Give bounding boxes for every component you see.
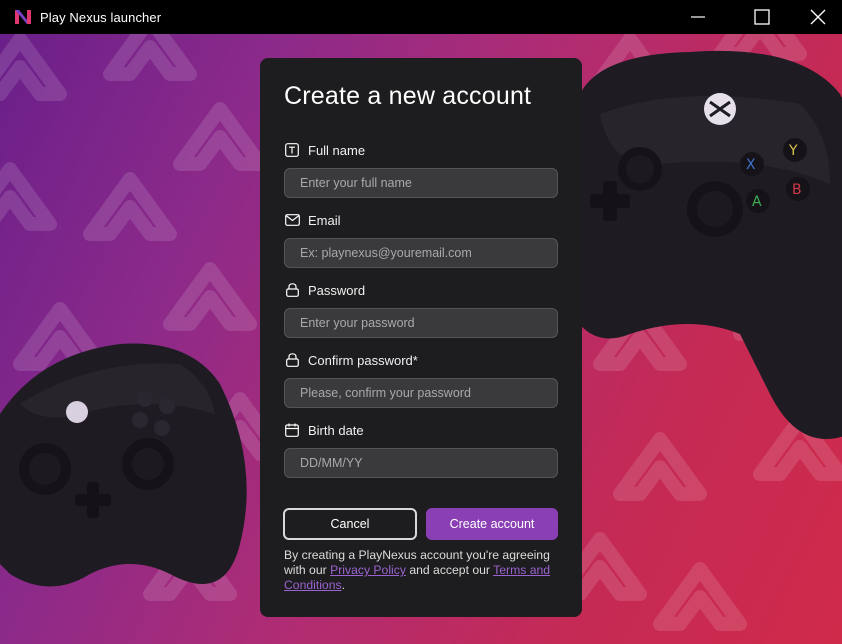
cancel-button[interactable]: Cancel: [283, 508, 417, 540]
full-name-input[interactable]: [284, 168, 558, 198]
password-input[interactable]: [284, 308, 558, 338]
mail-icon: [284, 212, 300, 228]
maximize-button[interactable]: [730, 0, 794, 34]
email-input[interactable]: [284, 238, 558, 268]
password-label: Password: [284, 282, 365, 298]
lock-icon: [284, 282, 300, 298]
password-label-text: Password: [308, 282, 366, 298]
close-icon: [810, 9, 826, 25]
maximize-icon: [754, 9, 770, 25]
email-label-text: Email: [308, 212, 341, 228]
window-controls: [666, 0, 842, 34]
svg-text:Y: Y: [788, 143, 798, 159]
svg-text:B: B: [792, 182, 802, 198]
minimize-icon: [691, 16, 705, 18]
full-name-label: Full name: [284, 142, 365, 158]
create-account-button[interactable]: Create account: [426, 508, 558, 540]
minimize-button[interactable]: [666, 0, 730, 34]
calendar-icon: [284, 422, 300, 438]
close-button[interactable]: [794, 0, 842, 34]
window-title: Play Nexus launcher: [40, 9, 162, 25]
confirm-password-label: Confirm password*: [284, 352, 418, 368]
birth-date-label-text: Birth date: [308, 422, 364, 438]
gamepad-illustration-left: [0, 343, 247, 587]
title-bar: Play Nexus launcher: [0, 0, 842, 34]
confirm-password-label-text: Confirm password*: [308, 352, 418, 368]
legal-notice: By creating a PlayNexus account you're a…: [284, 548, 564, 593]
legal-text-middle: and accept our: [409, 563, 490, 577]
launcher-window: Play Nexus launcher X Y B A Create a new…: [0, 0, 842, 644]
svg-text:X: X: [746, 157, 756, 173]
birth-date-input[interactable]: [284, 448, 558, 478]
lock-icon: [284, 352, 300, 368]
privacy-policy-link[interactable]: Privacy Policy: [330, 563, 406, 577]
email-label: Email: [284, 212, 341, 228]
gamepad-illustration-right: X Y B A: [552, 50, 842, 439]
dialog-title: Create a new account: [284, 82, 532, 110]
legal-text-suffix: .: [341, 578, 345, 592]
create-account-dialog: Create a new account Full name Email Pas…: [260, 58, 582, 617]
nexus-logo-icon: [14, 9, 32, 25]
text-field-icon: [284, 142, 300, 158]
confirm-password-input[interactable]: [284, 378, 558, 408]
svg-text:A: A: [752, 194, 762, 210]
full-name-label-text: Full name: [308, 142, 366, 158]
birth-date-label: Birth date: [284, 422, 364, 438]
